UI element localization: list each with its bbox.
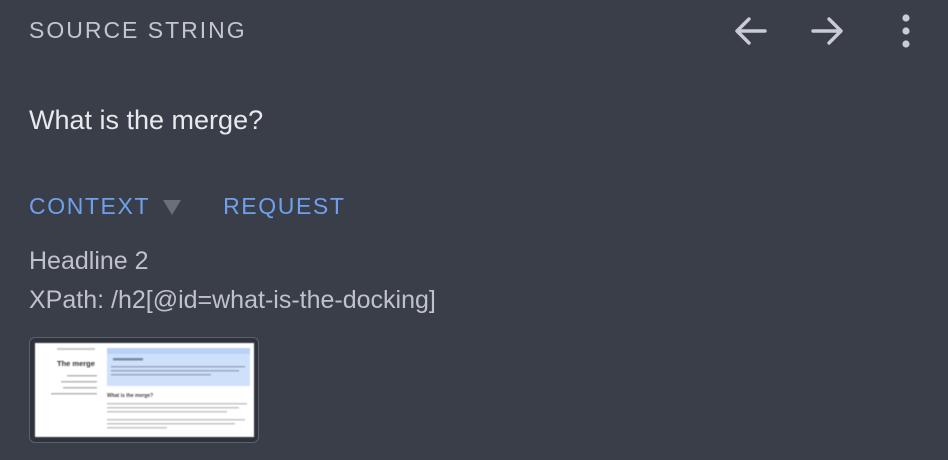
source-string-panel: SOURCE STRING What is the merge? CONTEXT…	[0, 0, 948, 460]
thumbnail-section-heading: What is the merge?	[107, 393, 153, 399]
context-xpath: XPath: /h2[@id=what-is-the-docking]	[29, 286, 436, 314]
panel-title: SOURCE STRING	[29, 17, 247, 43]
arrow-left-icon	[735, 17, 767, 45]
context-element-type: Headline 2	[29, 247, 149, 275]
more-vertical-icon	[902, 14, 910, 48]
context-screenshot-thumbnail[interactable]: The merge What is the merge?	[29, 337, 259, 443]
thumbnail-page-preview: The merge What is the merge?	[35, 343, 254, 437]
tab-request[interactable]: REQUEST	[223, 191, 345, 221]
next-string-button[interactable]	[806, 10, 848, 52]
context-tabs: CONTEXT REQUEST	[29, 190, 345, 222]
thumbnail-page-heading: The merge	[57, 359, 95, 368]
more-options-button[interactable]	[886, 10, 926, 52]
arrow-right-icon	[811, 17, 843, 45]
chevron-down-icon	[163, 199, 182, 215]
thumbnail-image: The merge What is the merge?	[35, 343, 254, 437]
previous-string-button[interactable]	[730, 10, 772, 52]
source-string-text: What is the merge?	[29, 105, 264, 135]
tab-context-label: CONTEXT	[29, 193, 151, 219]
tab-context[interactable]: CONTEXT	[29, 191, 182, 221]
